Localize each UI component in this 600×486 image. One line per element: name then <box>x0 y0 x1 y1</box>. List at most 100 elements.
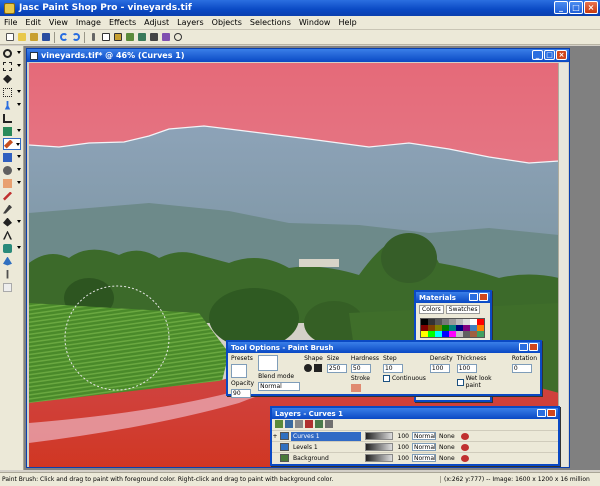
menu-help[interactable]: Help <box>338 18 356 27</box>
menu-selections[interactable]: Selections <box>250 18 291 27</box>
warp-tool[interactable] <box>3 268 21 280</box>
maximize-button[interactable]: □ <box>569 1 583 14</box>
menu-edit[interactable]: Edit <box>25 18 41 27</box>
blend-mode-select[interactable]: Normal <box>258 382 301 391</box>
visibility-icon[interactable] <box>461 454 469 462</box>
palette-icon[interactable] <box>148 32 159 43</box>
selection-tool[interactable] <box>3 86 21 98</box>
thickness-field[interactable]: 100 <box>456 364 477 373</box>
layer-row[interactable]: + Curves 1 100 Normal None <box>272 430 558 441</box>
layer-blend-mode[interactable]: Normal <box>412 443 436 451</box>
deform-tool[interactable] <box>3 60 21 72</box>
tool-options-titlebar[interactable]: Tool Options - Paint Brush <box>228 342 540 353</box>
retouch-tool[interactable] <box>3 164 21 176</box>
color-swatch[interactable] <box>421 331 428 337</box>
new-icon[interactable] <box>4 32 15 43</box>
layer-row[interactable]: Background 100 Normal None <box>272 452 558 463</box>
dropper-tool[interactable] <box>3 99 21 111</box>
tool-options-close-button[interactable] <box>529 343 538 351</box>
minimize-button[interactable]: _ <box>554 1 568 14</box>
stroke-icon[interactable] <box>350 384 361 392</box>
menu-window[interactable]: Window <box>299 18 331 27</box>
redo-icon[interactable] <box>70 32 81 43</box>
expand-icon[interactable]: + <box>272 433 278 440</box>
opacity-slider[interactable] <box>365 432 393 440</box>
pen-tool[interactable] <box>3 255 21 267</box>
picture-tube-tool[interactable] <box>3 190 21 202</box>
open-icon[interactable] <box>16 32 27 43</box>
tab-swatches[interactable]: Swatches <box>445 305 481 314</box>
object-selector-tool[interactable] <box>3 281 21 293</box>
menu-adjust[interactable]: Adjust <box>144 18 169 27</box>
crop-tool[interactable] <box>3 112 21 124</box>
menu-objects[interactable]: Objects <box>212 18 242 27</box>
image-window-titlebar[interactable]: vineyards.tif* @ 46% (Curves 1) _ □ × <box>27 49 569 62</box>
cut-icon[interactable] <box>88 32 99 43</box>
opacity-field[interactable]: 90 <box>231 389 251 398</box>
menu-image[interactable]: Image <box>76 18 101 27</box>
color-swatch[interactable] <box>442 331 449 337</box>
color-swatch[interactable] <box>428 331 435 337</box>
materials-pin-button[interactable] <box>469 293 478 301</box>
size-field[interactable]: 250 <box>326 364 347 373</box>
layer-lock[interactable]: None <box>439 444 459 451</box>
color-swatch[interactable] <box>477 331 484 337</box>
visibility-icon[interactable] <box>461 443 469 451</box>
image-maximize-button[interactable]: □ <box>544 50 555 60</box>
layer-lock[interactable]: None <box>439 433 459 440</box>
paste-icon[interactable] <box>112 32 123 43</box>
continuous-checkbox[interactable]: Continuous <box>382 375 426 382</box>
color-swatch[interactable] <box>449 331 456 337</box>
browse-icon[interactable] <box>28 32 39 43</box>
opacity-slider[interactable] <box>365 454 393 462</box>
flood-fill-tool[interactable] <box>3 216 21 228</box>
brush-tip-selector[interactable] <box>258 355 279 371</box>
copy-icon[interactable] <box>100 32 111 43</box>
swatch-grid[interactable] <box>420 318 485 338</box>
opacity-slider[interactable] <box>365 443 393 451</box>
zoom-icon[interactable] <box>136 32 147 43</box>
airbrush-tool[interactable] <box>3 203 21 215</box>
menu-effects[interactable]: Effects <box>109 18 136 27</box>
color-swatch[interactable] <box>463 331 470 337</box>
color-swatch[interactable] <box>435 331 442 337</box>
help-icon[interactable] <box>172 32 183 43</box>
close-button[interactable]: × <box>584 1 598 14</box>
presets-dropdown[interactable] <box>231 364 247 378</box>
layers-pin-button[interactable] <box>537 409 546 417</box>
image-minimize-button[interactable]: _ <box>532 50 543 60</box>
layer-properties-icon[interactable] <box>325 420 333 428</box>
menu-layers[interactable]: Layers <box>177 18 203 27</box>
materials-close-button[interactable] <box>479 293 488 301</box>
density-field[interactable]: 100 <box>429 364 450 373</box>
straighten-tool[interactable] <box>3 125 21 137</box>
step-field[interactable]: 10 <box>382 364 403 373</box>
script-icon[interactable] <box>160 32 171 43</box>
new-adjustment-layer-icon[interactable] <box>285 420 293 428</box>
visibility-icon[interactable] <box>461 432 469 440</box>
hardness-field[interactable]: 50 <box>350 364 371 373</box>
layers-close-button[interactable] <box>547 409 556 417</box>
round-shape-icon[interactable] <box>304 364 313 372</box>
layers-titlebar[interactable]: Layers - Curves 1 <box>272 408 558 419</box>
layer-blend-mode[interactable]: Normal <box>412 432 436 440</box>
text-tool[interactable] <box>3 229 21 241</box>
zoom-tool[interactable] <box>3 47 21 59</box>
eraser-tool[interactable] <box>3 177 21 189</box>
show-all-icon[interactable] <box>124 32 135 43</box>
tool-options-pin-button[interactable] <box>519 343 528 351</box>
tab-colors[interactable]: Colors <box>419 305 444 314</box>
undo-icon[interactable] <box>58 32 69 43</box>
color-swatch[interactable] <box>456 331 463 337</box>
square-shape-icon[interactable] <box>314 364 323 372</box>
color-swatch[interactable] <box>470 331 477 337</box>
menu-file[interactable]: File <box>4 18 17 27</box>
new-raster-layer-icon[interactable] <box>275 420 283 428</box>
paint-brush-tool[interactable] <box>3 138 21 150</box>
image-close-button[interactable]: × <box>556 50 567 60</box>
save-icon[interactable] <box>40 32 51 43</box>
materials-titlebar[interactable]: Materials <box>416 292 490 303</box>
clone-tool[interactable] <box>3 151 21 163</box>
wet-look-checkbox[interactable]: Wet look paint <box>456 375 508 389</box>
new-mask-icon[interactable] <box>295 420 303 428</box>
